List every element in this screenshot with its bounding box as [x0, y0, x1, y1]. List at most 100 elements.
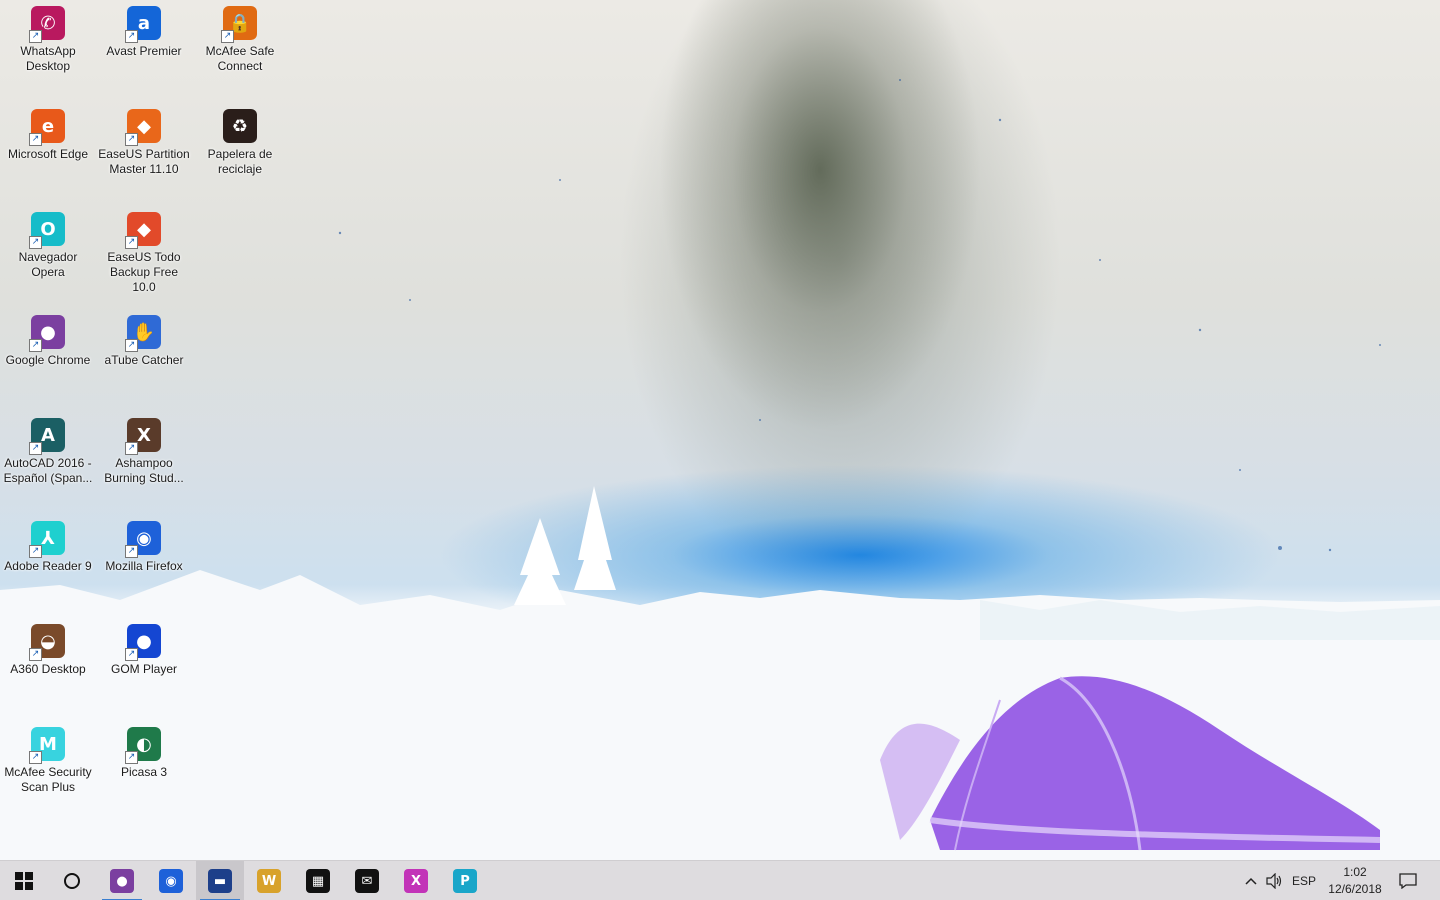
show-hidden-icons-button[interactable] — [1240, 861, 1262, 900]
desktop-icon-label: Microsoft Edge — [7, 147, 89, 161]
desktop-icon-easeus-partition[interactable]: ◆ ↗ EaseUS Partition Master 11.10 — [96, 105, 192, 205]
taskbar-app-chrome[interactable]: ● — [98, 861, 146, 900]
shortcut-arrow-icon: ↗ — [125, 30, 138, 43]
desktop-icon-label: Papelera de reciclaje — [207, 147, 273, 176]
shortcut-arrow-icon: ↗ — [125, 648, 138, 661]
shortcut-arrow-icon: ↗ — [29, 751, 42, 764]
cortana-search-button[interactable] — [48, 861, 96, 900]
taskbar-app-firefox[interactable]: ◉ — [147, 861, 195, 900]
clock: 1:02 12/6/2018 — [1328, 864, 1381, 898]
taskbar-app-file-explorer[interactable]: ▬ — [196, 861, 244, 900]
mail-icon: ✉ — [355, 869, 379, 893]
desktop-icon-a360[interactable]: ◒ ↗ A360 Desktop — [0, 620, 96, 720]
desktop-icon-recycle-bin[interactable]: ♻ Papelera de reciclaje — [192, 105, 288, 205]
desktop-icon-label: GOM Player — [110, 662, 177, 676]
taskbar-app-store[interactable]: ▦ — [294, 861, 342, 900]
taskbar-app-excel[interactable]: X — [392, 861, 440, 900]
firefox-icon: ◉ ↗ — [125, 521, 161, 558]
shortcut-arrow-icon: ↗ — [29, 339, 42, 352]
start-button[interactable] — [0, 861, 48, 900]
language-label: ESP — [1291, 874, 1316, 888]
firefox-icon: ◉ — [159, 869, 183, 893]
shortcut-arrow-icon: ↗ — [125, 751, 138, 764]
excel-icon: X — [404, 869, 428, 893]
desktop-icon-label: Ashampoo Burning Stud... — [104, 456, 184, 485]
shortcut-arrow-icon: ↗ — [29, 133, 42, 146]
picasa-icon: ◐ ↗ — [125, 727, 161, 764]
desktop-icon-label: AutoCAD 2016 - Español (Span... — [3, 456, 93, 485]
desktop-icon-label: A360 Desktop — [10, 662, 86, 676]
desktop-icon-label: Navegador Opera — [18, 250, 78, 279]
edge-icon: e ↗ — [29, 109, 65, 146]
shortcut-arrow-icon: ↗ — [29, 442, 42, 455]
shortcut-arrow-icon: ↗ — [125, 339, 138, 352]
desktop-icon-label: Google Chrome — [5, 353, 91, 367]
word-icon: W — [257, 869, 281, 893]
store-icon: ▦ — [306, 869, 330, 893]
mcafee-scan-icon: M ↗ — [29, 727, 65, 764]
gom-player-icon: ● ↗ — [125, 624, 161, 661]
taskbar-app-mail[interactable]: ✉ — [343, 861, 391, 900]
volume-button[interactable] — [1263, 861, 1285, 900]
shortcut-arrow-icon: ↗ — [125, 133, 138, 146]
star-speckles — [338, 79, 1381, 552]
desktop-icon-label: Mozilla Firefox — [105, 559, 183, 573]
desktop-icon-avast[interactable]: a ↗ Avast Premier — [96, 2, 192, 102]
desktop-icon-label: Adobe Reader 9 — [4, 559, 92, 573]
desktop-icon-autocad[interactable]: A ↗ AutoCAD 2016 - Español (Span... — [0, 414, 96, 514]
desktop-icon-gom-player[interactable]: ● ↗ GOM Player — [96, 620, 192, 720]
shortcut-arrow-icon: ↗ — [125, 442, 138, 455]
desktop-icon-ashampoo[interactable]: X ↗ Ashampoo Burning Stud... — [96, 414, 192, 514]
desktop-icon-picasa[interactable]: ◐ ↗ Picasa 3 — [96, 723, 192, 823]
desktop-icon-label: McAfee Security Scan Plus — [4, 765, 92, 794]
clock-date: 12/6/2018 — [1328, 882, 1382, 896]
desktop-icon-chrome[interactable]: ● ↗ Google Chrome — [0, 311, 96, 411]
desktop-icon-mcafee-scan[interactable]: M ↗ McAfee Security Scan Plus — [0, 723, 96, 823]
action-center-button[interactable] — [1390, 861, 1426, 900]
icon-glyph: ♻ — [223, 109, 257, 143]
shortcut-arrow-icon: ↗ — [221, 30, 234, 43]
clock-time: 1:02 — [1343, 865, 1367, 879]
taskbar: ● ◉ ▬ W ▦ ✉ X P ESP 1:02 12/6/2018 — [0, 860, 1440, 900]
pine-trees — [514, 486, 616, 605]
shortcut-arrow-icon: ↗ — [29, 236, 42, 249]
desktop-icon-whatsapp[interactable]: ✆ ↗ WhatsApp Desktop — [0, 2, 96, 102]
desktop-icon-mcafee-safe-connect[interactable]: 🔒 ↗ McAfee Safe Connect — [192, 2, 288, 102]
shortcut-arrow-icon: ↗ — [29, 648, 42, 661]
desktop-icon-label: aTube Catcher — [104, 353, 184, 367]
ashampoo-icon: X ↗ — [125, 418, 161, 455]
file-explorer-icon: ▬ — [208, 869, 232, 893]
chrome-icon: ● — [110, 869, 134, 893]
autocad-icon: A ↗ — [29, 418, 65, 455]
desktop-icon-edge[interactable]: e ↗ Microsoft Edge — [0, 105, 96, 205]
taskbar-app-word[interactable]: W — [245, 861, 293, 900]
desktop-icon-easeus-backup[interactable]: ◆ ↗ EaseUS Todo Backup Free 10.0 — [96, 208, 192, 308]
shortcut-arrow-icon: ↗ — [125, 545, 138, 558]
shortcut-arrow-icon: ↗ — [29, 30, 42, 43]
volume-icon — [1266, 873, 1282, 889]
desktop-icon-firefox[interactable]: ◉ ↗ Mozilla Firefox — [96, 517, 192, 617]
desktop-icon-atube-catcher[interactable]: ✋ ↗ aTube Catcher — [96, 311, 192, 411]
taskbar-app-publisher[interactable]: P — [441, 861, 489, 900]
clock-button[interactable]: 1:02 12/6/2018 — [1322, 861, 1388, 900]
desktop-icon-label: Avast Premier — [106, 44, 182, 58]
publisher-icon: P — [453, 869, 477, 893]
chrome-icon: ● ↗ — [29, 315, 65, 352]
desktop-icon-label: EaseUS Partition Master 11.10 — [98, 147, 190, 176]
desktop-icon-label: WhatsApp Desktop — [20, 44, 76, 73]
mcafee-safe-connect-icon: 🔒 ↗ — [221, 6, 257, 43]
easeus-backup-icon: ◆ ↗ — [125, 212, 161, 249]
desktop-icon-adobe-reader[interactable]: ⅄ ↗ Adobe Reader 9 — [0, 517, 96, 617]
action-center-icon — [1399, 873, 1417, 889]
recycle-bin-icon: ♻ — [223, 109, 257, 143]
a360-icon: ◒ ↗ — [29, 624, 65, 661]
shortcut-arrow-icon: ↗ — [29, 545, 42, 558]
input-language-indicator[interactable]: ESP — [1290, 861, 1318, 900]
whatsapp-icon: ✆ ↗ — [29, 6, 65, 43]
cortana-search-icon — [64, 873, 80, 889]
desktop-icon-label: EaseUS Todo Backup Free 10.0 — [107, 250, 181, 294]
desktop-icon-opera[interactable]: O ↗ Navegador Opera — [0, 208, 96, 308]
opera-icon: O ↗ — [29, 212, 65, 249]
desktop-icon-label: McAfee Safe Connect — [205, 44, 275, 73]
adobe-reader-icon: ⅄ ↗ — [29, 521, 65, 558]
